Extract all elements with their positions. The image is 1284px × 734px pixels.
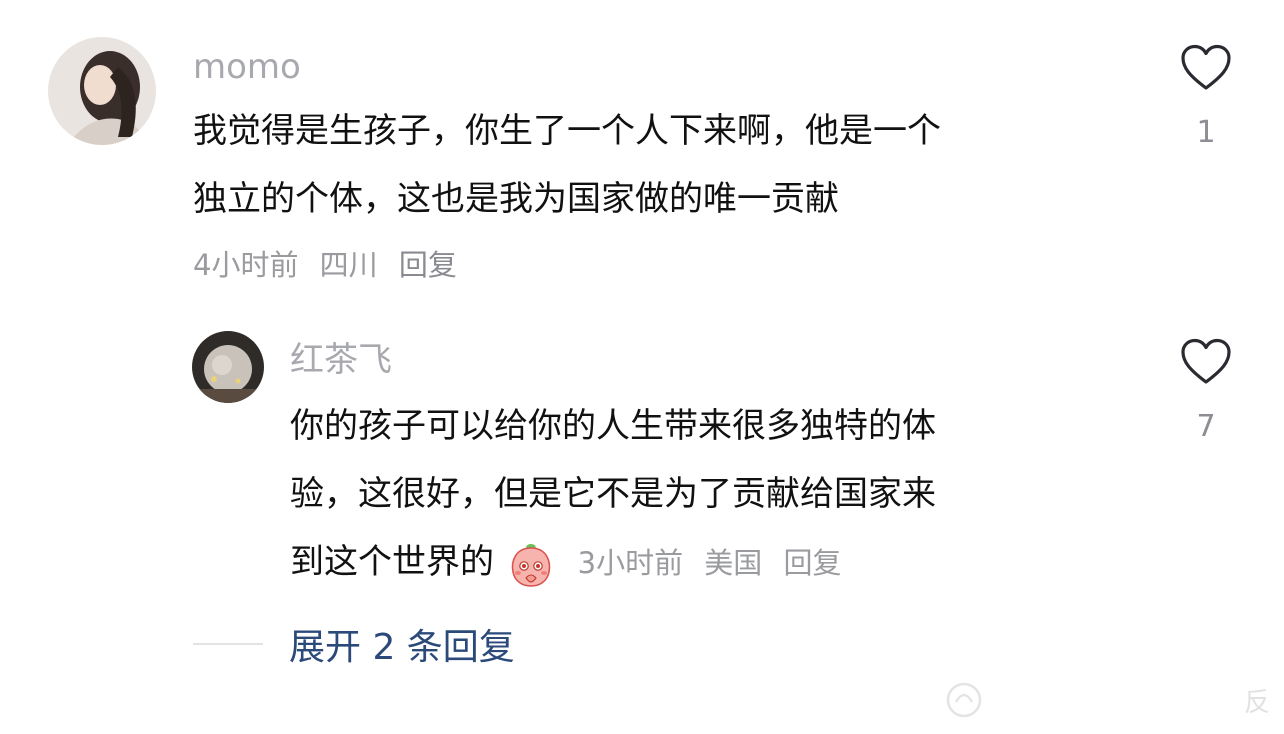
comment-text: 我觉得是生孩子，你生了一个人下来啊，他是一个 独立的个体，这也是我为国家做的唯一… — [193, 97, 941, 233]
watermark-logo-icon — [946, 682, 982, 718]
comment-meta: 4小时前 四川 回复 — [193, 251, 469, 280]
comment-time: 4小时前 — [193, 248, 299, 282]
reply-line: 你的孩子可以给你的人生带来很多独特的体 — [290, 406, 936, 446]
watermark-text: 反 — [1243, 687, 1270, 718]
reply-button[interactable]: 回复 — [784, 546, 842, 580]
watermark: 反 — [944, 680, 1270, 720]
username[interactable]: 红茶飞 — [290, 343, 392, 377]
avatar-momo[interactable] — [48, 37, 156, 145]
avatar-image — [48, 37, 156, 145]
expand-replies-link[interactable]: 展开 2 条回复 — [289, 618, 515, 670]
reply-line: 验，这很好，但是它不是为了贡献给国家来 — [290, 474, 936, 514]
reply-line: 到这个世界的 — [290, 542, 494, 582]
comment-location: 四川 — [319, 248, 378, 282]
heart-icon — [1181, 44, 1231, 90]
divider — [193, 643, 263, 645]
expand-replies-row: 展开 2 条回复 — [193, 618, 515, 670]
comment-line: 独立的个体，这也是我为国家做的唯一贡献 — [193, 179, 839, 219]
reply-text: 你的孩子可以给你的人生带来很多独特的体 验，这很好，但是它不是为了贡献给国家来 … — [290, 392, 936, 597]
like-button[interactable]: 1 — [1176, 44, 1236, 148]
username[interactable]: momo — [193, 50, 301, 84]
comment-thread: momo 我觉得是生孩子，你生了一个人下来啊，他是一个 独立的个体，这也是我为国… — [0, 0, 1284, 734]
like-count: 7 — [1196, 409, 1216, 444]
comment-line: 我觉得是生孩子，你生了一个人下来啊，他是一个 — [193, 111, 941, 151]
avatar-reply[interactable] — [192, 331, 264, 403]
like-button[interactable]: 7 — [1176, 338, 1236, 442]
shy-peach-emoji — [511, 543, 551, 587]
reply-time: 3小时前 — [577, 546, 684, 580]
reply-location: 美国 — [704, 546, 763, 580]
reply-button[interactable]: 回复 — [399, 248, 457, 282]
reply-meta: 3小时前 美国 回复 — [578, 546, 854, 580]
heart-icon — [1181, 338, 1231, 384]
avatar-image — [192, 331, 264, 403]
reply-line-with-meta: 到这个世界的 3小时前 美国 回复 — [290, 528, 936, 597]
like-count: 1 — [1196, 115, 1216, 150]
